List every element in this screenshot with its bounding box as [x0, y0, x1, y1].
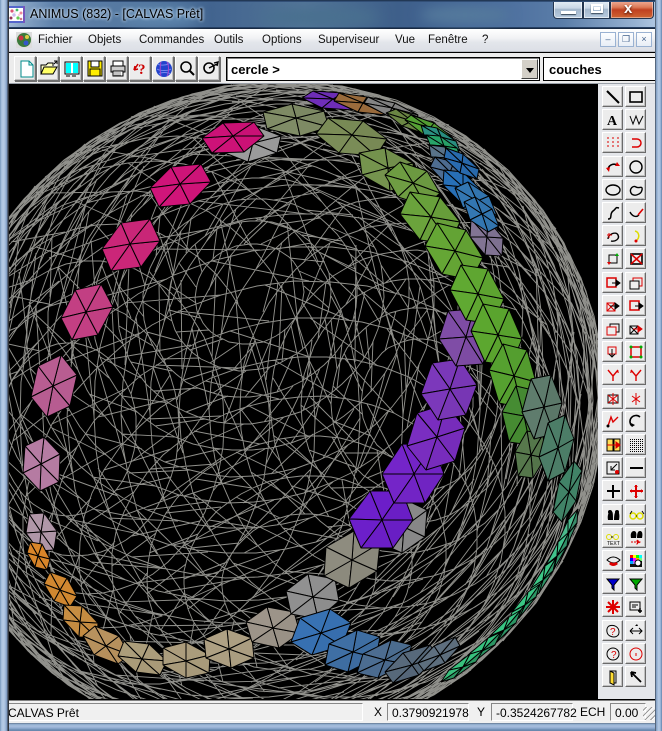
- svg-text:TEXT: TEXT: [607, 541, 620, 547]
- svg-text:?: ?: [138, 62, 146, 78]
- svg-text:A: A: [607, 114, 618, 129]
- svg-text:?: ?: [611, 650, 617, 661]
- svg-text:?: ?: [610, 627, 616, 638]
